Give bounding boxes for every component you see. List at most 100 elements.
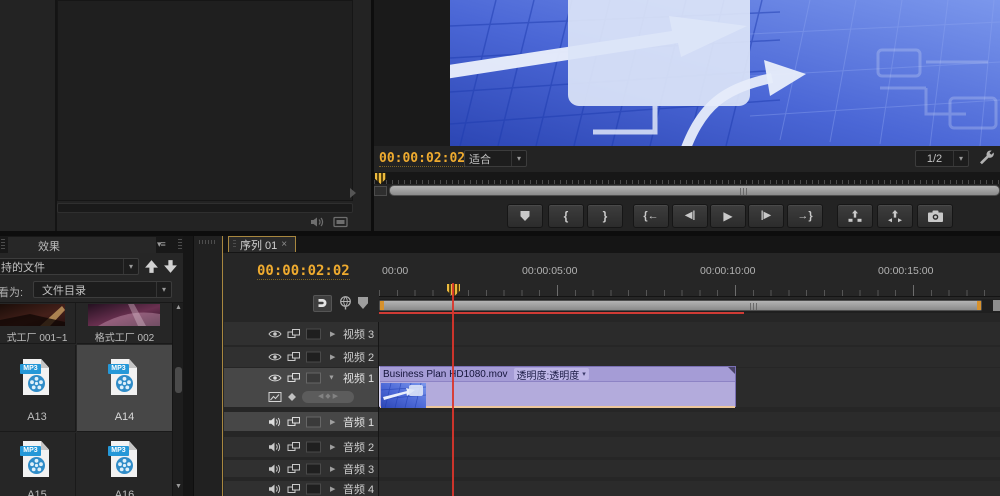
lane-audio-4[interactable] [379,481,1000,496]
add-marker-button[interactable] [507,204,543,228]
sync-lock-icon[interactable] [287,328,301,339]
speaker-icon[interactable] [268,442,281,453]
sync-lock-icon[interactable] [287,442,301,453]
media-scrollbar[interactable]: ▲ ▼ [172,303,183,496]
speaker-icon[interactable] [268,463,281,474]
speaker-icon[interactable] [268,416,281,427]
playback-resolution-dropdown[interactable]: 1/2 ▾ [915,150,969,167]
toggle-track-output-icon[interactable] [268,373,282,383]
program-zoom-scrollbar[interactable] [389,185,1000,196]
go-to-out-point-button[interactable]: →} [787,204,823,228]
scrollbar-thumb[interactable] [175,367,182,393]
wrench-settings-icon[interactable] [978,149,995,171]
panel-grip[interactable] [1,239,5,250]
track-header-video-1: ▼ 视频 1 ◀ ◆ ▶ [224,368,379,407]
track-name[interactable]: 视频 2 [343,349,374,365]
list-item-clip2[interactable]: 格式工厂 002 [77,303,172,344]
lane-video-3[interactable] [379,322,1000,345]
sync-lock-icon[interactable] [287,373,301,384]
track-name[interactable]: 音频 1 [343,414,374,430]
panel-grip[interactable] [199,240,217,244]
track-lock-toggle[interactable] [306,441,321,453]
sync-lock-icon[interactable] [287,463,301,474]
lane-video-2[interactable] [379,347,1000,367]
tab-sequence-01[interactable]: 序列 01 × [228,236,296,252]
sync-lock-icon[interactable] [287,416,301,427]
track-lock-toggle[interactable] [306,328,321,339]
track-name[interactable]: 视频 3 [343,326,374,342]
program-mini-ruler[interactable] [374,172,1000,184]
export-frame-button[interactable] [917,204,953,228]
timeline-playhead-line[interactable] [452,283,454,496]
mark-in-button[interactable]: { [548,204,584,228]
track-name[interactable]: 音频 4 [343,481,374,496]
track-lock-toggle[interactable] [306,416,321,427]
toggle-track-output-icon[interactable] [268,329,282,339]
file-type-filter-dropdown[interactable]: 持的文件 ▾ [0,258,139,275]
set-display-style-icon[interactable] [268,391,282,403]
speaker-icon[interactable] [268,483,281,494]
prev-keyframe-icon[interactable]: ◀ [318,393,323,400]
keyframe-nav-pill[interactable]: ◀ ◆ ▶ [302,390,354,403]
lane-audio-2[interactable] [379,437,1000,457]
view-as-dropdown[interactable]: 文件目录 ▾ [33,281,172,298]
list-item-a13[interactable]: MP3 A13 [0,345,76,432]
collapse-triangle-icon[interactable]: ▶ [330,485,335,493]
set-marker-icon[interactable] [358,297,368,309]
next-keyframe-icon[interactable]: ▶ [333,393,338,400]
collapse-triangle-icon[interactable]: ▶ [330,418,335,426]
lane-audio-3[interactable] [379,460,1000,477]
work-area-bar[interactable] [379,300,982,311]
track-name[interactable]: 视频 1 [343,370,374,386]
work-area-start-handle[interactable] [380,301,384,310]
track-name[interactable]: 音频 2 [343,439,374,455]
toggle-track-output-icon[interactable] [268,352,282,362]
tab-effects[interactable]: 效果 [8,237,156,253]
collapse-triangle-icon[interactable]: ▶ [330,330,335,338]
track-lock-toggle[interactable] [306,463,321,474]
sync-lock-icon[interactable] [287,483,301,494]
navigate-down-icon[interactable] [163,259,178,279]
scroll-left-box[interactable] [374,186,387,196]
step-forward-button[interactable]: |▶ [748,204,784,228]
show-keyframes-icon[interactable] [287,392,297,402]
encore-chapter-marker-icon[interactable] [338,295,353,316]
program-timecode[interactable]: 00:00:02:02 [379,151,466,167]
timeline-video-clip[interactable]: Business Plan HD1080.mov 透明度:透明度 ▾ [379,366,736,408]
lane-audio-1[interactable] [379,412,1000,431]
list-item-a14-selected[interactable]: MP3 A14 [77,345,172,432]
track-lock-toggle[interactable] [306,372,321,384]
add-keyframe-icon[interactable]: ◆ [325,393,330,400]
clip-effect-dropdown[interactable]: 透明度:透明度 ▾ [513,368,589,381]
track-name[interactable]: 音频 3 [343,461,374,477]
lift-button[interactable] [837,204,873,228]
list-item-clip1[interactable]: 式工厂 001~1 [0,303,76,344]
step-back-button[interactable]: ◀| [672,204,708,228]
extract-button[interactable] [877,204,913,228]
panel-grip[interactable] [178,239,182,250]
play-button[interactable]: ▶ [710,204,746,228]
list-item-a16[interactable]: MP3 A16 [77,433,172,496]
tab-close-icon[interactable]: × [281,239,287,250]
work-area-grip[interactable] [750,303,757,310]
sync-lock-icon[interactable] [287,352,301,363]
snap-toggle-button[interactable] [313,295,332,312]
collapse-triangle-icon[interactable]: ▶ [330,465,335,473]
go-to-in-point-button[interactable]: {← [633,204,669,228]
collapse-triangle-icon[interactable]: ▶ [330,353,335,361]
scroll-up-icon[interactable]: ▲ [175,304,182,311]
opacity-rubber-band[interactable] [380,406,735,408]
mark-out-button[interactable]: } [587,204,623,228]
track-lock-toggle[interactable] [306,483,321,494]
expand-triangle-icon[interactable]: ▼ [328,375,335,382]
panel-menu-icon[interactable]: ▾≡ [157,239,166,250]
list-item-a15[interactable]: MP3 A15 [0,433,76,496]
navigate-up-icon[interactable] [144,259,159,279]
horizontal-scrollbar[interactable] [57,203,353,213]
scroll-down-icon[interactable]: ▼ [175,483,182,490]
collapse-triangle-icon[interactable]: ▶ [330,443,335,451]
track-lock-toggle[interactable] [306,351,321,363]
timeline-timecode[interactable]: 00:00:02:02 [257,263,350,280]
zoom-level-dropdown[interactable]: 适合 ▾ [464,150,527,167]
work-area-end-handle[interactable] [977,301,981,310]
